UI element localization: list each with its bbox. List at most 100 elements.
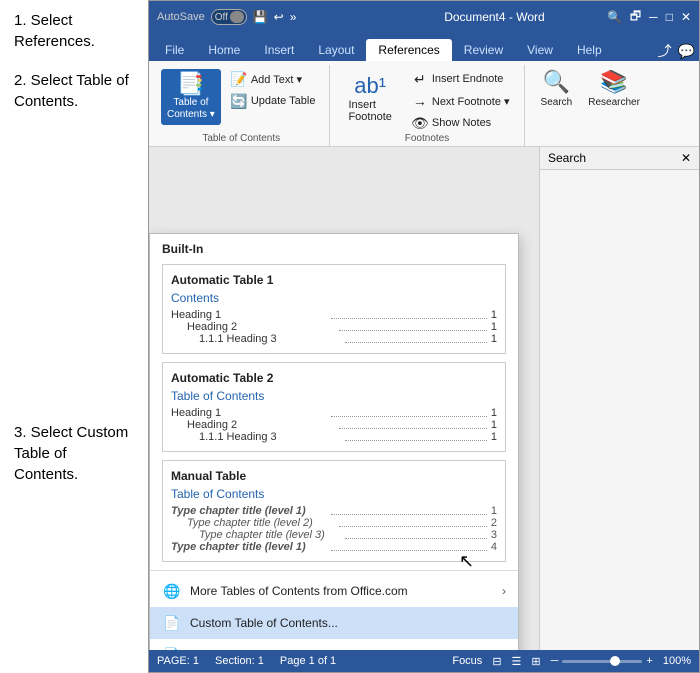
view-icon-3[interactable]: ⊞ bbox=[531, 655, 540, 668]
auto-table-2-preview[interactable]: Automatic Table 2 Table of Contents Head… bbox=[162, 362, 506, 452]
tab-insert[interactable]: Insert bbox=[252, 39, 306, 61]
add-text-label: Add Text ▾ bbox=[251, 73, 302, 86]
tab-view[interactable]: View bbox=[515, 39, 565, 61]
ribbon-group-toc: 📑 Table ofContents ▾ 📝 Add Text ▾ 🔄 Upda… bbox=[153, 65, 330, 146]
update-table-label: Update Table bbox=[251, 95, 316, 107]
save-icon[interactable]: 💾 bbox=[253, 10, 268, 24]
auto-table-1-toc-title: Contents bbox=[171, 291, 497, 305]
ribbon-group-search: 🔍 Search 📚 Researcher bbox=[525, 65, 656, 146]
zoom-minus[interactable]: ─ bbox=[551, 655, 559, 667]
more-toc-arrow: › bbox=[502, 584, 506, 598]
manual-row-3: Type chapter title (level 3) 3 bbox=[171, 529, 497, 541]
focus-label[interactable]: Focus bbox=[452, 655, 482, 667]
title-search-icon[interactable]: 🔍 bbox=[607, 10, 622, 24]
search-tool-label: Search bbox=[541, 97, 573, 108]
autosave-toggle[interactable]: Off bbox=[211, 9, 247, 25]
minimize-button[interactable]: ─ bbox=[649, 10, 658, 24]
ribbon-content: 📑 Table ofContents ▾ 📝 Add Text ▾ 🔄 Upda… bbox=[149, 61, 699, 147]
zoom-percent[interactable]: 100% bbox=[663, 655, 691, 667]
search-panel-header: Search ✕ bbox=[540, 147, 699, 170]
toc-buttons: 📑 Table ofContents ▾ 📝 Add Text ▾ 🔄 Upda… bbox=[161, 65, 321, 133]
page-info: PAGE: 1 bbox=[157, 655, 199, 667]
zoom-plus[interactable]: + bbox=[646, 655, 652, 667]
toc-small-buttons: 📝 Add Text ▾ 🔄 Update Table bbox=[225, 69, 322, 111]
search-button[interactable]: 🔍 Search bbox=[541, 69, 573, 108]
update-table-icon: 🔄 bbox=[231, 93, 247, 109]
instruction-step1: 1. Select References. bbox=[14, 10, 134, 52]
status-bar-right: Focus ⊟ ☰ ⊞ ─ + 100% bbox=[452, 655, 691, 668]
auto1-row-2: Heading 2 1 bbox=[171, 321, 497, 333]
word-window: AutoSave Off 💾 ↩ » Document4 - Word 🔍 🗗 … bbox=[148, 0, 700, 673]
toc-group-label: Table of Contents bbox=[161, 133, 321, 146]
insert-endnote-icon: ↵ bbox=[412, 71, 428, 87]
page-of-info: Page 1 of 1 bbox=[280, 655, 336, 667]
tab-file[interactable]: File bbox=[153, 39, 196, 61]
show-notes-button[interactable]: 👁 Show Notes bbox=[406, 113, 516, 133]
manual-table-preview[interactable]: Manual Table Table of Contents Type chap… bbox=[162, 460, 506, 562]
auto1-row-1: Heading 1 1 bbox=[171, 309, 497, 321]
zoom-track[interactable] bbox=[562, 660, 642, 663]
footnote-small-buttons: ↵ Insert Endnote → Next Footnote ▾ 👁 Sho… bbox=[406, 69, 516, 133]
manual-table-title: Manual Table bbox=[171, 469, 497, 483]
maximize-button[interactable]: □ bbox=[666, 10, 673, 24]
researcher-button[interactable]: 📚 Researcher bbox=[588, 69, 640, 108]
remove-toc-item[interactable]: 📄 Remove Table of Contents bbox=[150, 639, 518, 650]
zoom-slider[interactable]: ─ + bbox=[551, 655, 653, 667]
auto2-row-1: Heading 1 1 bbox=[171, 407, 497, 419]
auto1-row-3: 1.1.1 Heading 3 1 bbox=[171, 333, 497, 345]
share-icon[interactable]: ⤴ bbox=[658, 41, 672, 61]
title-bar-left: AutoSave Off 💾 ↩ » bbox=[157, 9, 382, 25]
table-of-contents-button[interactable]: 📑 Table ofContents ▾ bbox=[161, 69, 221, 125]
toc-button-label: Table ofContents ▾ bbox=[167, 97, 215, 121]
view-icon-1[interactable]: ⊟ bbox=[492, 655, 501, 668]
restore-icon[interactable]: 🗗 bbox=[630, 7, 641, 28]
show-notes-label: Show Notes bbox=[432, 117, 491, 129]
search-panel-title: Search bbox=[548, 151, 586, 165]
more-toc-label: More Tables of Contents from Office.com bbox=[190, 584, 408, 598]
title-bar-right: 🔍 🗗 ─ □ ✕ bbox=[607, 7, 691, 28]
auto-table-1-preview[interactable]: Automatic Table 1 Contents Heading 1 1 H… bbox=[162, 264, 506, 354]
tab-home[interactable]: Home bbox=[196, 39, 252, 61]
researcher-label: Researcher bbox=[588, 97, 640, 108]
manual-toc-title: Table of Contents bbox=[171, 487, 497, 501]
more-commands-icon[interactable]: » bbox=[290, 10, 297, 24]
manual-row-4: Type chapter title (level 1) 4 bbox=[171, 541, 497, 553]
zoom-thumb bbox=[610, 656, 620, 666]
close-button[interactable]: ✕ bbox=[681, 10, 691, 24]
manual-row-1: Type chapter title (level 1) 1 bbox=[171, 505, 497, 517]
auto2-row-2: Heading 2 1 bbox=[171, 419, 497, 431]
remove-toc-icon: 📄 bbox=[162, 645, 182, 650]
instruction-step2: 2. Select Table of Contents. bbox=[14, 70, 134, 112]
search-panel-close[interactable]: ✕ bbox=[681, 151, 691, 165]
toggle-knob bbox=[230, 11, 244, 23]
tab-references[interactable]: References bbox=[366, 39, 451, 61]
auto-table-2-toc-title: Table of Contents bbox=[171, 389, 497, 403]
tab-layout[interactable]: Layout bbox=[306, 39, 366, 61]
section-info: Section: 1 bbox=[215, 655, 264, 667]
auto-table-2-title: Automatic Table 2 bbox=[171, 371, 497, 385]
toc-dropdown-panel: Built-In Automatic Table 1 Contents Head… bbox=[149, 233, 519, 650]
next-footnote-button[interactable]: → Next Footnote ▾ bbox=[406, 91, 516, 111]
tab-review[interactable]: Review bbox=[452, 39, 515, 61]
footnotes-buttons: ab¹ InsertFootnote ↵ Insert Endnote → Ne… bbox=[338, 65, 515, 133]
view-icon-2[interactable]: ☰ bbox=[512, 655, 522, 668]
insert-endnote-button[interactable]: ↵ Insert Endnote bbox=[406, 69, 516, 89]
remove-toc-label: Remove Table of Contents bbox=[190, 648, 331, 650]
tab-help[interactable]: Help bbox=[565, 39, 614, 61]
search-group-buttons: 🔍 Search 📚 Researcher bbox=[533, 65, 648, 112]
auto2-row-3: 1.1.1 Heading 3 1 bbox=[171, 431, 497, 443]
comments-icon[interactable]: 💬 bbox=[678, 43, 695, 60]
show-notes-icon: 👁 bbox=[412, 115, 428, 131]
toc-button-icon: 📑 bbox=[177, 73, 204, 95]
insert-endnote-label: Insert Endnote bbox=[432, 73, 504, 85]
add-text-button[interactable]: 📝 Add Text ▾ bbox=[225, 69, 322, 89]
custom-toc-item[interactable]: 📄 Custom Table of Contents... bbox=[150, 607, 518, 639]
manual-row-2: Type chapter title (level 2) 2 bbox=[171, 517, 497, 529]
main-area: Built-In Automatic Table 1 Contents Head… bbox=[149, 147, 699, 650]
insert-footnote-button[interactable]: ab¹ InsertFootnote bbox=[338, 69, 401, 127]
undo-icon[interactable]: ↩ bbox=[274, 10, 284, 24]
update-table-button[interactable]: 🔄 Update Table bbox=[225, 91, 322, 111]
document-title: Document4 - Word bbox=[382, 10, 607, 24]
researcher-icon: 📚 bbox=[600, 69, 627, 95]
more-toc-item[interactable]: 🌐 More Tables of Contents from Office.co… bbox=[150, 575, 518, 607]
